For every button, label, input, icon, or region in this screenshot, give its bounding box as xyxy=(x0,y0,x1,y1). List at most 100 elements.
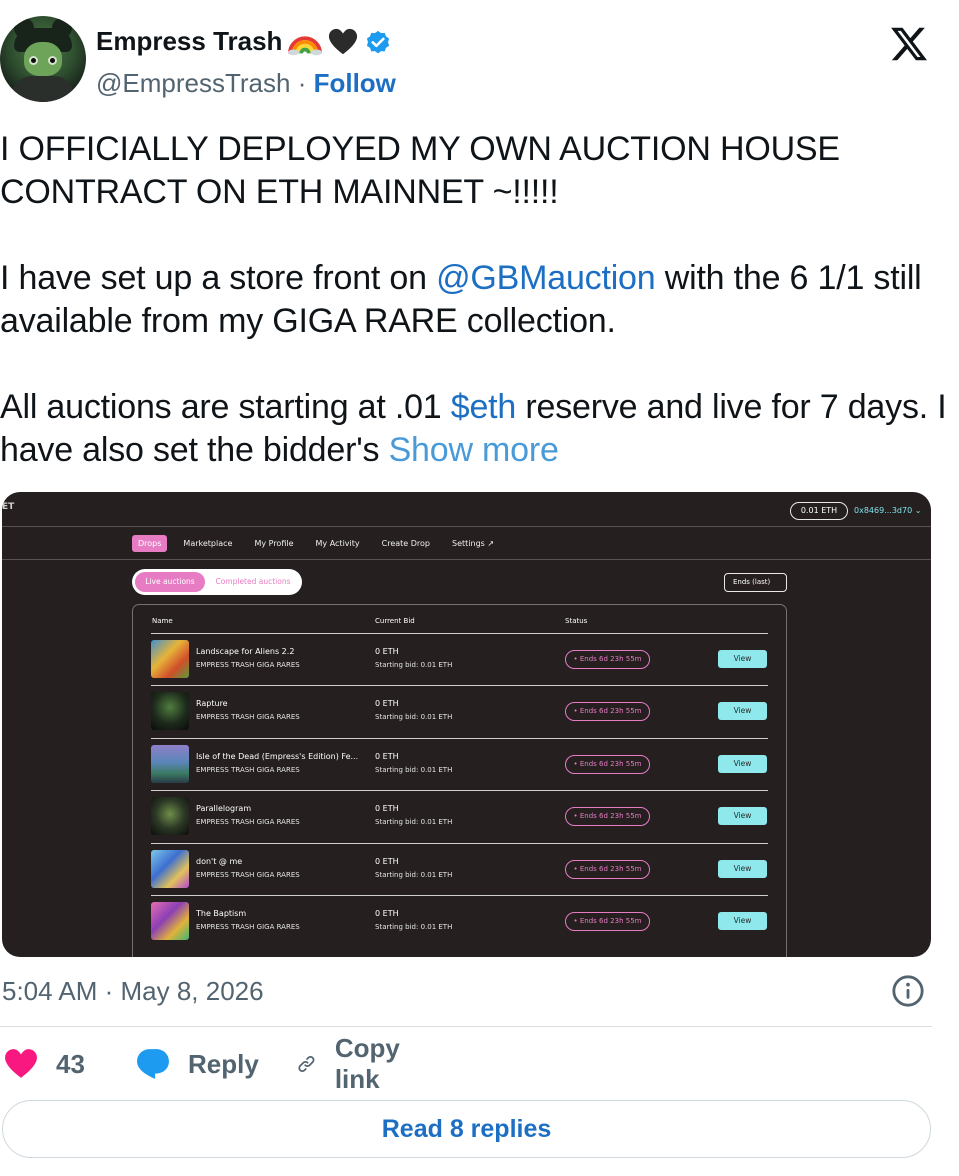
copy-link-label: Copy link xyxy=(334,1033,400,1094)
x-logo-icon[interactable] xyxy=(888,24,930,64)
current-bid: 0 ETH xyxy=(375,909,399,918)
auction-toggle: Live auctions Completed auctions xyxy=(132,569,302,595)
starting-bid: Starting bid: 0.01 ETH xyxy=(375,766,453,774)
mention-link[interactable]: @GBMauction xyxy=(436,259,656,297)
starting-bid: Starting bid: 0.01 ETH xyxy=(375,818,453,826)
current-bid: 0 ETH xyxy=(375,752,399,761)
table-row: Landscape for Aliens 2.2 EMPRESS TRASH G… xyxy=(151,633,768,685)
author-display-name[interactable]: Empress Trash xyxy=(96,26,282,57)
status-badge: • Ends 6d 23h 55m xyxy=(565,912,650,931)
rainbow-icon xyxy=(288,35,323,55)
avatar-eye-right xyxy=(48,56,57,65)
reply-label: Reply xyxy=(188,1048,259,1079)
divider xyxy=(0,1026,932,1027)
table-row: Isle of the Dead (Empress's Edition) Fe.… xyxy=(151,738,768,790)
reply-button[interactable]: Reply xyxy=(136,1044,259,1084)
artwork-collection: EMPRESS TRASH GIGA RARES xyxy=(196,871,300,879)
copy-link-button[interactable]: Copy link xyxy=(296,1033,411,1094)
show-more-link[interactable]: Show more xyxy=(389,431,559,469)
column-header-bid: Current Bid xyxy=(375,617,415,625)
follow-button[interactable]: Follow xyxy=(314,68,396,98)
column-header-name: Name xyxy=(152,617,173,625)
read-replies-button[interactable]: Read 8 replies xyxy=(2,1100,931,1158)
starting-bid: Starting bid: 0.01 ETH xyxy=(375,713,453,721)
artwork-thumbnail xyxy=(151,640,189,678)
starting-bid: Starting bid: 0.01 ETH xyxy=(375,923,453,931)
chevron-down-icon: ⌄ xyxy=(914,506,922,515)
current-bid: 0 ETH xyxy=(375,699,399,708)
link-icon xyxy=(298,1056,315,1072)
toggle-completed-auctions: Completed auctions xyxy=(215,577,291,586)
like-count: 43 xyxy=(56,1048,85,1079)
artwork-name: Isle of the Dead (Empress's Edition) Fe.… xyxy=(196,752,359,761)
avatar-eye-left xyxy=(29,56,38,65)
author-avatar[interactable] xyxy=(0,16,86,102)
artwork-collection: EMPRESS TRASH GIGA RARES xyxy=(196,818,300,826)
table-row: Rapture EMPRESS TRASH GIGA RARES 0 ETH S… xyxy=(151,685,768,737)
artwork-thumbnail xyxy=(151,797,189,835)
table-row: Parallelogram EMPRESS TRASH GIGA RARES 0… xyxy=(151,790,768,842)
current-bid: 0 ETH xyxy=(375,804,399,813)
toggle-live-auctions: Live auctions xyxy=(135,572,205,592)
view-button: View xyxy=(718,702,767,720)
media-image[interactable]: ET 0.01 ETH 0x8469...3d70 ⌄ Drops Market… xyxy=(2,492,931,957)
view-button: View xyxy=(718,650,767,668)
status-badge: • Ends 6d 23h 55m xyxy=(565,755,650,774)
starting-bid: Starting bid: 0.01 ETH xyxy=(375,661,453,669)
site-nav: Drops Marketplace My Profile My Activity… xyxy=(132,535,500,552)
tweet-text-span: I have set up a store front on xyxy=(0,259,437,297)
heart-icon xyxy=(5,1049,37,1078)
status-badge: • Ends 6d 23h 55m xyxy=(565,650,650,669)
nav-tab-drops: Drops xyxy=(132,535,168,552)
table-row: The Baptism EMPRESS TRASH GIGA RARES 0 E… xyxy=(151,895,768,947)
speech-bubble-icon xyxy=(137,1049,169,1079)
artwork-name: Landscape for Aliens 2.2 xyxy=(196,647,295,656)
author-handle[interactable]: @EmpressTrash xyxy=(96,68,290,98)
site-logo: ET xyxy=(2,502,15,512)
verified-badge-icon xyxy=(367,30,390,53)
starting-bid: Starting bid: 0.01 ETH xyxy=(375,871,453,879)
like-button[interactable]: 43 xyxy=(4,1044,85,1084)
artwork-thumbnail xyxy=(151,902,189,940)
artwork-name: The Baptism xyxy=(196,909,247,918)
divider xyxy=(2,526,931,527)
author-handle-line: @EmpressTrash · Follow xyxy=(96,68,396,99)
tweet-text-span: All auctions are starting at .01 xyxy=(0,388,451,426)
info-icon[interactable] xyxy=(891,974,925,1008)
status-badge: • Ends 6d 23h 55m xyxy=(565,702,650,721)
artwork-collection: EMPRESS TRASH GIGA RARES xyxy=(196,923,300,931)
cashtag-link[interactable]: $eth xyxy=(451,388,517,426)
view-button: View xyxy=(718,860,767,878)
tweet-paragraph-2: I have set up a store front on @GBMaucti… xyxy=(0,257,950,343)
table-row: don't @ me EMPRESS TRASH GIGA RARES 0 ET… xyxy=(151,843,768,895)
nav-tab-marketplace: Marketplace xyxy=(183,539,233,548)
nav-tab-create-drop: Create Drop xyxy=(381,539,430,548)
status-badge: • Ends 6d 23h 55m xyxy=(565,807,650,826)
status-badge: • Ends 6d 23h 55m xyxy=(565,860,650,879)
view-button: View xyxy=(718,807,767,825)
tweet-timestamp[interactable]: 5:04 AM · May 8, 2026 xyxy=(2,976,264,1007)
column-header-status: Status xyxy=(565,617,588,625)
tweet-paragraph-3: All auctions are starting at .01 $eth re… xyxy=(0,386,950,472)
handle-separator: · xyxy=(290,68,314,98)
artwork-collection: EMPRESS TRASH GIGA RARES xyxy=(196,766,300,774)
tweet-header: Empress Trash @EmpressTrash · Follow xyxy=(0,16,959,106)
artwork-name: don't @ me xyxy=(196,857,243,866)
artwork-thumbnail xyxy=(151,850,189,888)
nav-tab-settings: Settings ↗ xyxy=(452,539,495,548)
artwork-thumbnail xyxy=(151,692,189,730)
black-heart-icon xyxy=(329,28,358,54)
current-bid: 0 ETH xyxy=(375,857,399,866)
artwork-collection: EMPRESS TRASH GIGA RARES xyxy=(196,713,300,721)
artwork-name: Parallelogram xyxy=(196,804,252,813)
view-button: View xyxy=(718,912,767,930)
tweet-paragraph-1: I OFFICIALLY DEPLOYED MY OWN AUCTION HOU… xyxy=(0,130,840,211)
sort-select: Ends (last) xyxy=(724,573,787,592)
author-name-line: Empress Trash xyxy=(96,26,392,57)
nav-tab-my-activity: My Activity xyxy=(315,539,360,548)
artwork-collection: EMPRESS TRASH GIGA RARES xyxy=(196,661,300,669)
view-button: View xyxy=(718,755,767,773)
wallet-balance: 0.01 ETH xyxy=(790,502,848,520)
divider xyxy=(2,559,931,560)
current-bid: 0 ETH xyxy=(375,647,399,656)
